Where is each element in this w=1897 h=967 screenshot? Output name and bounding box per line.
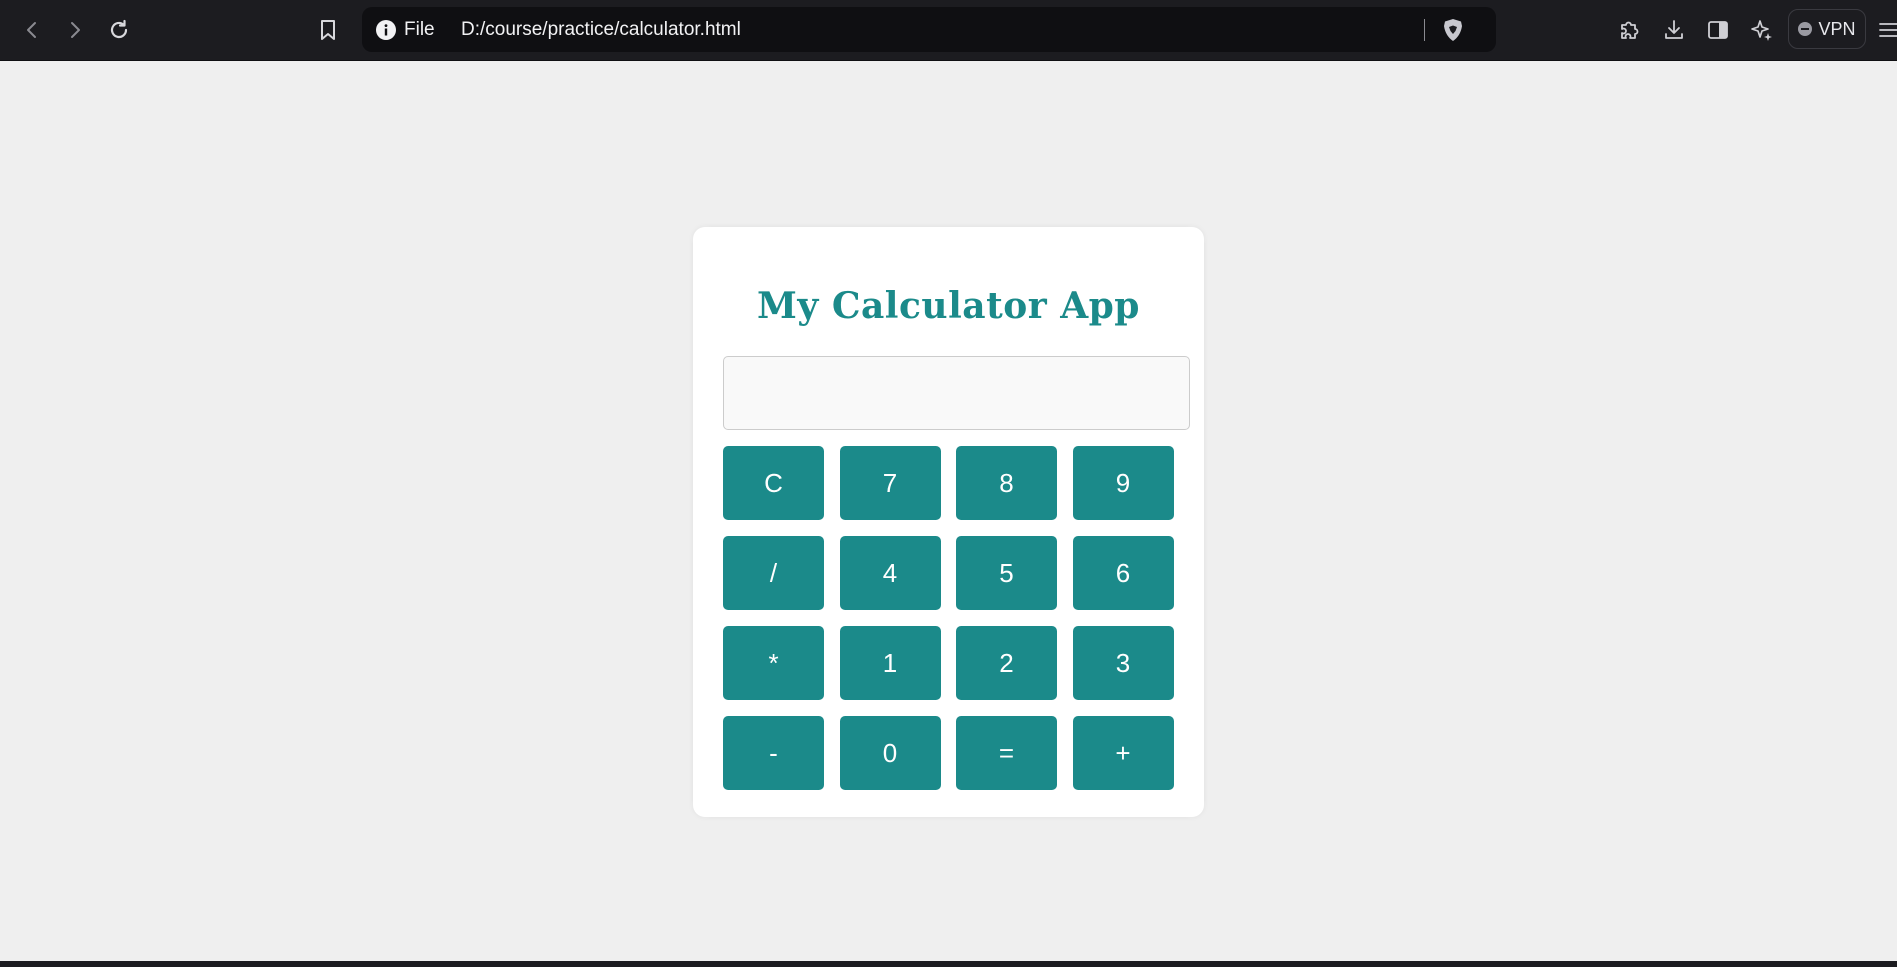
forward-arrow-icon[interactable] <box>57 12 93 48</box>
key-clear-button[interactable]: C <box>723 446 824 520</box>
brave-shield-icon[interactable] <box>1440 17 1466 43</box>
sidebar-icon[interactable] <box>1700 12 1736 48</box>
url-scheme-label: File <box>404 19 435 40</box>
download-icon[interactable] <box>1656 12 1692 48</box>
key-2-button[interactable]: 2 <box>956 626 1057 700</box>
reload-icon[interactable] <box>101 12 137 48</box>
puzzle-icon[interactable] <box>1611 12 1647 48</box>
calculator-card: My Calculator App C 7 8 9 / 4 5 6 * 1 2 … <box>693 227 1204 817</box>
key-0-button[interactable]: 0 <box>839 716 941 790</box>
window-bottom-edge <box>0 961 1897 967</box>
sparkle-icon[interactable] <box>1744 12 1780 48</box>
address-divider <box>1424 19 1425 41</box>
address-bar[interactable]: File D:/course/practice/calculator.html <box>362 7 1496 52</box>
key-4-button[interactable]: 4 <box>839 536 941 610</box>
hamburger-menu-icon[interactable] <box>1870 12 1897 48</box>
page-title: My Calculator App <box>757 285 1140 327</box>
key-9-button[interactable]: 9 <box>1072 446 1174 520</box>
key-add-button[interactable]: + <box>1072 716 1174 790</box>
key-5-button[interactable]: 5 <box>956 536 1057 610</box>
key-6-button[interactable]: 6 <box>1072 536 1174 610</box>
bookmark-icon[interactable] <box>310 12 346 48</box>
url-text[interactable]: D:/course/practice/calculator.html <box>461 7 741 52</box>
key-multiply-button[interactable]: * <box>723 626 824 700</box>
key-divide-button[interactable]: / <box>723 536 824 610</box>
key-equals-button[interactable]: = <box>956 716 1057 790</box>
vpn-label: VPN <box>1818 18 1856 39</box>
key-1-button[interactable]: 1 <box>839 626 941 700</box>
keypad: C 7 8 9 / 4 5 6 * 1 2 3 - 0 = + <box>723 446 1174 790</box>
vpn-button[interactable]: VPN <box>1788 9 1866 49</box>
calculator-display[interactable] <box>723 356 1190 430</box>
key-8-button[interactable]: 8 <box>956 446 1057 520</box>
key-3-button[interactable]: 3 <box>1072 626 1174 700</box>
back-arrow-icon[interactable] <box>14 12 50 48</box>
key-7-button[interactable]: 7 <box>839 446 941 520</box>
info-icon[interactable] <box>376 20 396 40</box>
browser-toolbar: File D:/course/practice/calculator.html … <box>0 0 1897 61</box>
vpn-status-icon <box>1798 22 1813 36</box>
key-subtract-button[interactable]: - <box>723 716 824 790</box>
